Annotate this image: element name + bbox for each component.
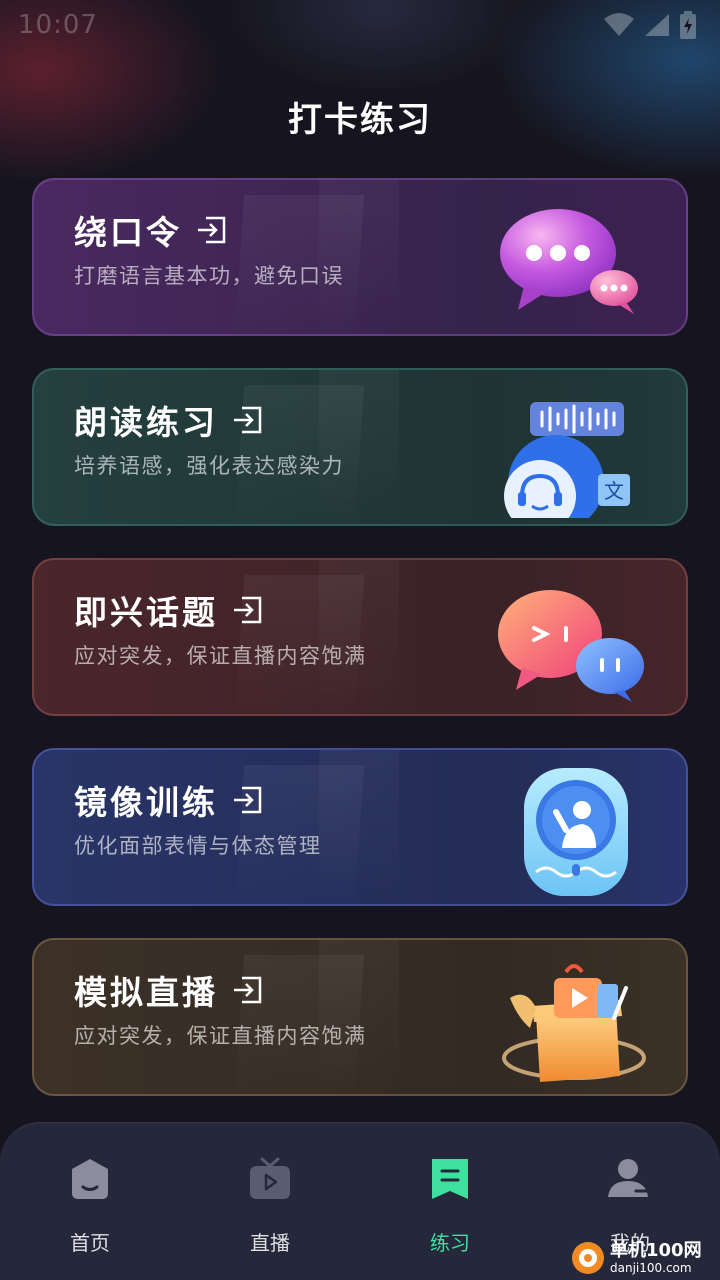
card-subtitle: 培养语感，强化表达感染力 [74, 454, 344, 478]
card-decoration [319, 180, 399, 334]
tab-practice[interactable]: 练习 [390, 1155, 510, 1265]
battery-icon [680, 11, 696, 39]
chat-bubbles-icon [500, 209, 638, 314]
tab-label: 直播 [250, 1231, 290, 1255]
card-title-row: 模拟直播 [74, 966, 264, 1014]
watermark: 单机100网 danji100.com [570, 1236, 720, 1280]
tab-home[interactable]: 首页 [30, 1155, 150, 1265]
enter-arrow-icon [234, 786, 262, 814]
gift-box-video-icon [502, 964, 646, 1082]
card-title: 模拟直播 [74, 973, 218, 1012]
status-bar: 10:07 [0, 0, 720, 50]
card-title: 即兴话题 [74, 593, 218, 632]
enter-arrow-icon [234, 976, 262, 1004]
live-tv-icon [250, 1157, 290, 1199]
card-title-row: 镜像训练 [74, 776, 264, 824]
card-decoration [319, 750, 399, 904]
profile-icon [608, 1159, 652, 1197]
enter-arrow-icon [234, 596, 262, 624]
card-subtitle: 应对突发，保证直播内容饱满 [74, 1024, 367, 1048]
mirror-person-icon [524, 768, 628, 896]
chat-faces-icon [498, 590, 644, 702]
status-icons [604, 11, 696, 39]
svg-text:文: 文 [604, 479, 624, 503]
tab-label: 首页 [70, 1231, 110, 1255]
card-title-row: 即兴话题 [74, 586, 264, 634]
card-subtitle: 打磨语言基本功，避免口误 [74, 264, 344, 288]
card-decoration [319, 370, 399, 524]
card-reading-practice[interactable]: 朗读练习 培养语感，强化表达感染力 文 [32, 368, 688, 526]
tab-label: 练习 [430, 1231, 470, 1255]
enter-arrow-icon [198, 216, 226, 244]
watermark-sub: danji100.com [610, 1261, 692, 1275]
card-subtitle: 优化面部表情与体态管理 [74, 834, 322, 858]
card-mock-live[interactable]: 模拟直播 应对突发，保证直播内容饱满 [32, 938, 688, 1096]
tab-live[interactable]: 直播 [210, 1155, 330, 1265]
card-title-row: 绕口令 [74, 206, 228, 254]
signal-icon [645, 14, 669, 36]
wifi-icon [604, 13, 634, 36]
card-impromptu-topic[interactable]: 即兴话题 应对突发，保证直播内容饱满 [32, 558, 688, 716]
card-title-row: 朗读练习 [74, 396, 264, 444]
watermark-text: 单机100网 danji100.com [610, 1240, 702, 1275]
page-title: 打卡练习 [288, 100, 432, 140]
headset-audio-icon: 文 [504, 402, 630, 518]
watermark-main: 单机100网 [610, 1240, 702, 1261]
card-decoration [319, 560, 399, 714]
home-icon [72, 1159, 108, 1199]
card-decoration [319, 940, 399, 1094]
watermark-logo-icon [572, 1242, 604, 1274]
card-title: 绕口令 [74, 213, 182, 252]
card-title: 镜像训练 [74, 783, 218, 822]
card-tongue-twister[interactable]: 绕口令 打磨语言基本功，避免口误 [32, 178, 688, 336]
card-mirror-training[interactable]: 镜像训练 优化面部表情与体态管理 [32, 748, 688, 906]
card-title: 朗读练习 [74, 403, 218, 442]
enter-arrow-icon [234, 406, 262, 434]
card-subtitle: 应对突发，保证直播内容饱满 [74, 644, 367, 668]
status-time: 10:07 [18, 10, 98, 40]
practice-bookmark-icon [432, 1159, 468, 1199]
